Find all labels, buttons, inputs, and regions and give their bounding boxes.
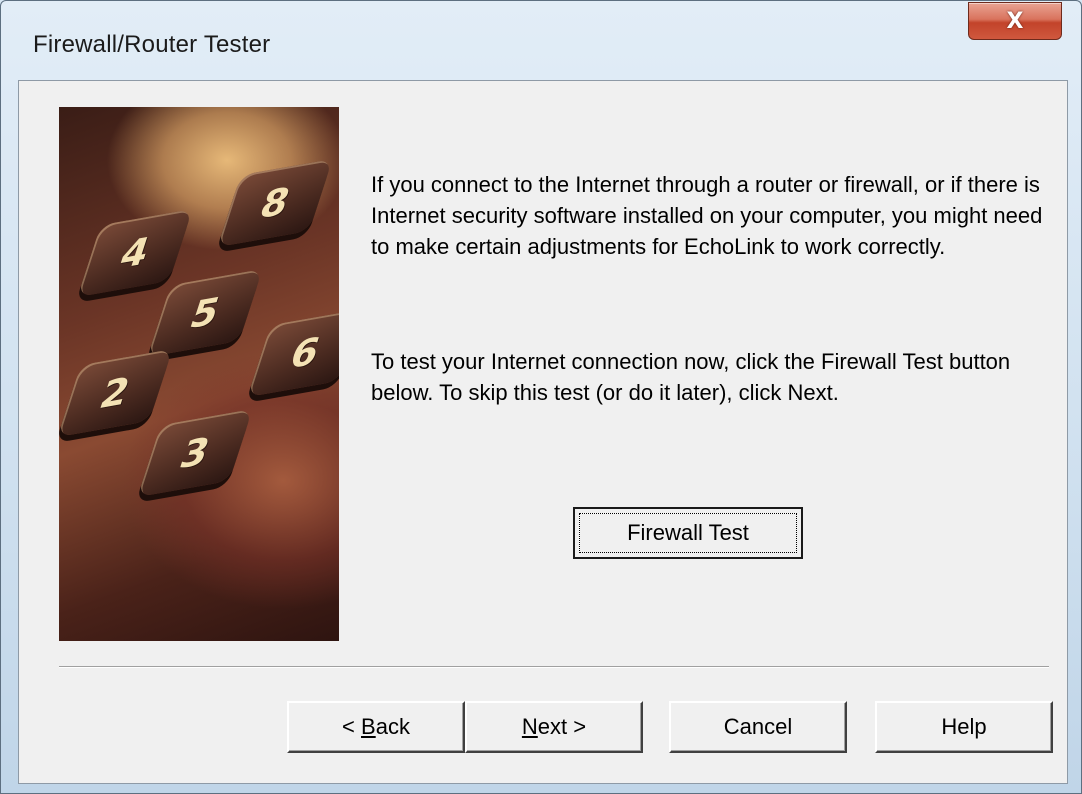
close-icon: X [1006,8,1024,34]
separator [59,666,1049,668]
cancel-button[interactable]: Cancel [669,701,847,753]
back-prefix: < [342,714,362,739]
back-accel: B [361,714,376,739]
firewall-test-label: Firewall Test [579,513,797,553]
instruction-paragraph: To test your Internet connection now, cl… [371,349,1011,405]
close-button[interactable]: X [968,2,1062,40]
intro-paragraph: If you connect to the Internet through a… [371,172,1043,259]
keypad-image: 8 4 5 6 2 3 [59,107,339,641]
keypad-key: 2 [59,348,173,438]
back-button[interactable]: < Back [287,701,465,753]
next-accel: N [521,714,538,739]
window-title: Firewall/Router Tester [33,31,271,58]
next-button[interactable]: Next > [465,701,643,753]
next-rest: ext > [537,714,587,739]
keypad-key: 5 [147,268,263,358]
title-bar[interactable]: Firewall/Router Tester X [1,1,1081,81]
keypad-key: 6 [247,308,339,398]
keypad-key: 3 [137,408,253,498]
firewall-test-button[interactable]: Firewall Test [573,507,803,559]
keypad-key: 8 [217,158,333,248]
keypad-key: 4 [77,208,193,298]
dialog-window: Firewall/Router Tester X 8 4 5 6 2 3 If … [0,0,1082,794]
help-button[interactable]: Help [875,701,1053,753]
back-rest: ack [375,714,410,739]
dialog-body: 8 4 5 6 2 3 If you connect to the Intern… [18,80,1068,784]
